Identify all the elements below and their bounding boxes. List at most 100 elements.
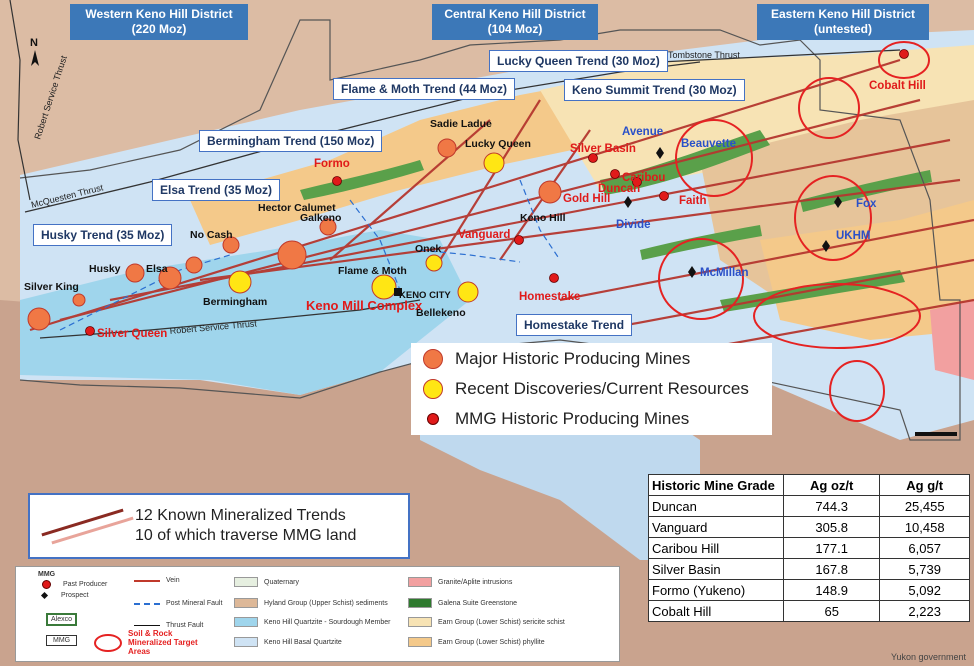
label-onek: Onek [415, 243, 441, 255]
mine-silver-king [27, 307, 51, 331]
mine-hector-calumet [277, 240, 307, 270]
mine-bellekeno [457, 281, 479, 303]
legend-hyland: Hyland Group (Upper Schist) sediments [234, 598, 388, 608]
geology-legend: MMG Past Producer Prospect Alexco MMG Ve… [15, 566, 620, 662]
legend-alexco: Alexco [46, 613, 78, 626]
mine-flame-moth [371, 274, 397, 300]
table-row: Duncan 744.3 25,455 [648, 495, 970, 517]
legend-vein: Vein [134, 577, 180, 584]
label-divide: Divide [616, 219, 651, 231]
table-row: Cobalt Hill 65 2,223 [648, 600, 970, 622]
label-sadie-ladue: Sadie Ladue [430, 118, 492, 130]
past-producer-icon [42, 580, 51, 589]
table-row: Formo (Yukeno) 148.9 5,092 [648, 579, 970, 601]
mmg-faith [659, 191, 669, 201]
legend-mmg-title: MMG [38, 571, 56, 578]
mine-sadie-ladue [437, 138, 457, 158]
mine-no-cash [185, 256, 203, 274]
district-western: Western Keno Hill District (220 Moz) [70, 4, 248, 40]
trend-husky: Husky Trend (35 Moz) [33, 224, 173, 246]
legend-thrust-fault: Thrust Fault [134, 622, 203, 629]
mmg-duncan [610, 169, 620, 179]
trend-keno-summit: Keno Summit Trend (30 Moz) [564, 79, 745, 101]
label-bermingham: Bermingham [203, 296, 267, 308]
legend-past-producer: Past Producer [42, 580, 107, 589]
label-ukhm: UKHM [836, 230, 871, 242]
label-tombstone-thrust: Tombstone Thrust [668, 50, 740, 60]
table-row: Caribou Hill 177.1 6,057 [648, 537, 970, 559]
table-row: Silver Basin 167.8 5,739 [648, 558, 970, 580]
trend-elsa: Elsa Trend (35 Moz) [152, 179, 281, 201]
mine-lucky-queen [483, 152, 505, 174]
label-keno-hill: Keno Hill [520, 212, 566, 224]
label-cobalt-hill: Cobalt Hill [869, 80, 926, 92]
legend-sericite: Earn Group (Lower Schist) sericite schis… [408, 617, 565, 627]
mine-onek [425, 254, 443, 272]
legend-target-areas: Soil & Rock Mineralized Target Areas [94, 629, 208, 656]
legend-post-fault: Post Mineral Fault [134, 600, 222, 607]
mmg-cobalt-hill [899, 49, 909, 59]
legend-quaternary: Quaternary [234, 577, 299, 587]
recent-discovery-icon [423, 379, 443, 399]
label-vanguard: Vanguard [458, 229, 510, 241]
label-silver-queen: Silver Queen [97, 328, 167, 340]
label-lucky-queen: Lucky Queen [465, 138, 531, 150]
mmg-formo [332, 176, 342, 186]
mine-gold-hill [538, 180, 562, 204]
legend-recent: Recent Discoveries/Current Resources [423, 379, 749, 399]
credit-text: Yukon government [890, 652, 966, 662]
district-eastern: Eastern Keno Hill District (untested) [757, 4, 929, 40]
label-husky: Husky [89, 263, 121, 275]
legend-sourdough: Keno Hill Quartzite - Sourdough Member [234, 617, 390, 627]
label-no-cash: No Cash [190, 229, 233, 241]
thrust-fault-icon [134, 625, 160, 626]
vein-icon [134, 579, 160, 582]
trend-bermingham: Bermingham Trend (150 Moz) [199, 130, 383, 152]
label-fox: Fox [856, 198, 877, 210]
label-avenue: Avenue [622, 126, 663, 138]
mmg-homestake [549, 273, 559, 283]
label-bellekeno: Bellekeno [416, 307, 466, 319]
mine-bermingham [228, 270, 252, 294]
legend-prospect: Prospect [40, 591, 89, 600]
label-mcmillan: McMillan [700, 267, 749, 279]
trend-legend: 12 Known Mineralized Trends 10 of which … [28, 493, 410, 559]
legend-mmg-box: MMG [46, 635, 78, 646]
label-beauvette: Beauvette [681, 138, 736, 150]
label-homestake: Homestake [519, 291, 580, 303]
label-elsa: Elsa [146, 263, 168, 275]
label-gold-hill: Gold Hill [563, 193, 610, 205]
legend-greenstone: Galena Suite Greenstone [408, 598, 517, 608]
scale-bar [915, 432, 957, 436]
label-faith: Faith [679, 195, 706, 207]
mmg-vanguard [514, 235, 524, 245]
grade-table: Historic Mine Grade Ag oz/t Ag g/t Dunca… [648, 474, 970, 622]
label-keno-mill: Keno Mill Complex [306, 298, 423, 313]
mmg-mine-icon [427, 413, 439, 425]
mmg-silver-queen [85, 326, 95, 336]
post-fault-icon [134, 602, 160, 605]
table-row: Vanguard 305.8 10,458 [648, 516, 970, 538]
legend-phyllite: Earn Group (Lower Schist) phyllite [408, 637, 545, 647]
district-central: Central Keno Hill District (104 Moz) [432, 4, 598, 40]
mine-legend: Major Historic Producing Mines Recent Di… [411, 343, 772, 435]
target-area-icon [94, 633, 122, 652]
legend-mmg: MMG Historic Producing Mines [423, 409, 689, 429]
label-galkeno: Galkeno [300, 212, 341, 224]
major-mine-icon [423, 349, 443, 369]
svg-text:N: N [30, 37, 38, 49]
label-formo: Formo [314, 158, 350, 170]
label-caribou: Caribou [622, 172, 665, 184]
mine-husky [125, 263, 145, 283]
table-header-row: Historic Mine Grade Ag oz/t Ag g/t [648, 474, 970, 496]
legend-granite: Granite/Aplite intrusions [408, 577, 512, 587]
label-silver-king: Silver King [24, 281, 79, 293]
prospect-icon [40, 591, 49, 600]
trend-homestake: Homestake Trend [516, 314, 633, 336]
legend-major: Major Historic Producing Mines [423, 349, 690, 369]
legend-basal: Keno Hill Basal Quartzite [234, 637, 342, 647]
label-flame-moth: Flame & Moth [338, 265, 407, 277]
trend-flame-moth: Flame & Moth Trend (44 Moz) [333, 78, 516, 100]
label-silver-basin: Silver Basin [570, 143, 636, 155]
trend-lucky-queen: Lucky Queen Trend (30 Moz) [489, 50, 668, 72]
